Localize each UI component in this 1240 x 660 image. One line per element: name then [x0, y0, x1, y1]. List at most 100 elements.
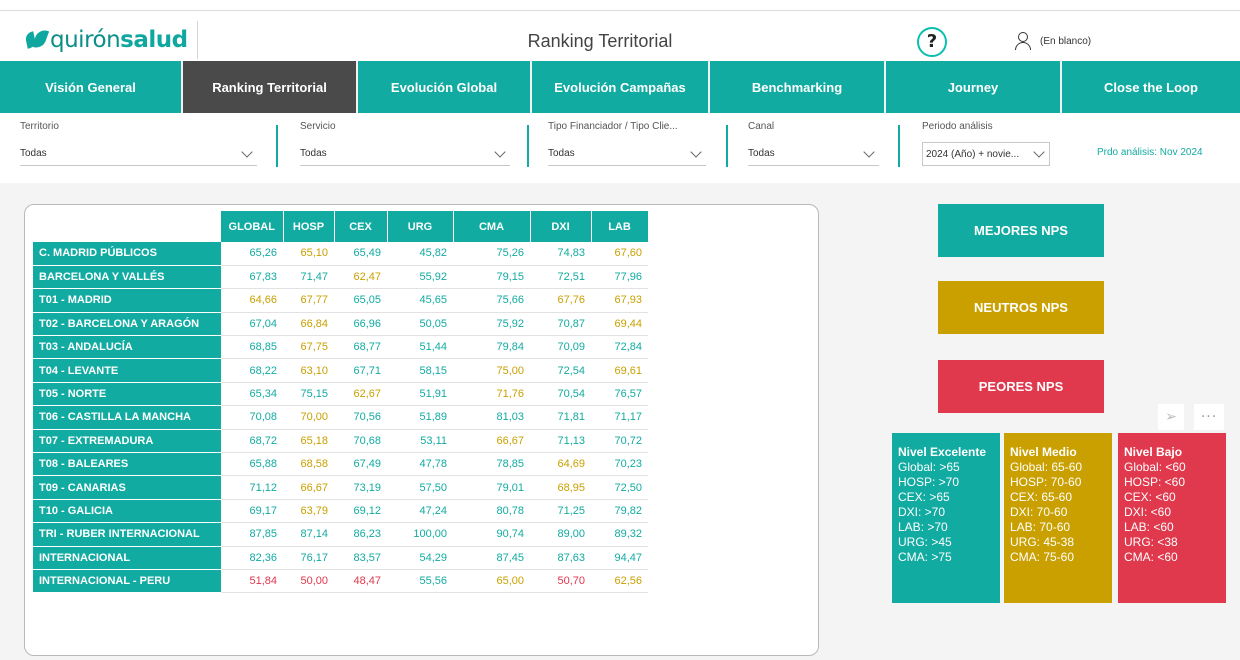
row-label[interactable]: T06 - CASTILLA LA MANCHA — [33, 405, 221, 430]
filter-servicio-dropdown[interactable]: Todas — [300, 142, 510, 166]
filter-divider — [527, 125, 529, 167]
user-menu[interactable]: (En blanco) — [1014, 32, 1091, 50]
filter-canal-value: Todas — [748, 148, 775, 159]
tab-vision-general[interactable]: Visión General — [0, 61, 183, 113]
tab-journey[interactable]: Journey — [886, 61, 1062, 113]
leaf-logo-icon — [24, 27, 50, 51]
table-cell: 69,17 — [221, 499, 283, 524]
more-options-icon[interactable]: ··· — [1194, 404, 1224, 430]
table-row[interactable]: T04 - LEVANTE 68,22 63,10 67,71 58,15 75,00 72… — [33, 358, 648, 383]
row-label[interactable]: INTERNACIONAL - PERU — [33, 569, 221, 594]
table-row[interactable]: T08 - BALEARES 65,88 68,58 67,49 47,78 78,85 6… — [33, 452, 648, 477]
table-cell: 78,85 — [453, 452, 530, 477]
filter-periodo-dropdown[interactable]: 2024 (Año) + novie... — [922, 142, 1050, 166]
quironsalud-logo[interactable]: quirónsalud — [24, 25, 188, 55]
row-label[interactable]: T02 - BARCELONA Y ARAGÓN — [33, 312, 221, 337]
table-cell: 72,84 — [591, 335, 648, 360]
table-row[interactable]: T03 - ANDALUCÍA 68,85 67,75 68,77 51,44 79,84… — [33, 335, 648, 360]
table-row[interactable]: INTERNACIONAL 82,36 76,17 83,57 54,29 87,45 87… — [33, 546, 648, 570]
filter-tipo-value: Todas — [548, 148, 575, 159]
logo-text-quiron: quirón — [50, 27, 121, 53]
row-label[interactable]: T10 - GALICIA — [33, 499, 221, 524]
level-medio-box: Nivel Medio Global: 65-60 HOSP: 70-60 CE… — [1004, 433, 1112, 603]
table-cell: 66,67 — [453, 429, 530, 454]
row-label[interactable]: INTERNACIONAL — [33, 546, 221, 570]
row-label[interactable]: T09 - CANARIAS — [33, 475, 221, 500]
table-cell: 72,51 — [530, 265, 591, 290]
filter-periodo-value: 2024 (Año) + novie... — [926, 148, 1020, 160]
table-row[interactable]: T01 - MADRID 64,66 67,77 65,05 45,65 75,66 67,… — [33, 288, 648, 313]
row-label[interactable]: T07 - EXTREMADURA — [33, 429, 221, 454]
row-label[interactable]: T08 - BALEARES — [33, 452, 221, 477]
neutros-nps-button[interactable]: NEUTROS NPS — [938, 281, 1104, 334]
table-cell: 45,65 — [387, 288, 453, 313]
column-header[interactable]: URG — [387, 211, 454, 242]
filter-canal-dropdown[interactable]: Todas — [748, 142, 879, 166]
filter-tipo-dropdown[interactable]: Todas — [548, 142, 706, 166]
tab-evolucion-campanas[interactable]: Evolución Campañas — [532, 61, 710, 113]
table-row[interactable]: TRI - RUBER INTERNACIONAL 87,85 87,14 86,23… — [33, 522, 648, 547]
row-label[interactable]: C. MADRID PÚBLICOS — [33, 242, 221, 266]
level-line: HOSP: 70-60 — [1010, 475, 1082, 489]
table-row[interactable]: T09 - CANARIAS 71,12 66,67 73,19 57,50 79,01 6… — [33, 475, 648, 500]
table-cell: 65,05 — [334, 288, 387, 313]
table-row[interactable]: T06 - CASTILLA LA MANCHA 70,08 70,00 70,56 5… — [33, 405, 648, 430]
page-title: Ranking Territorial — [527, 31, 673, 51]
table-row[interactable]: BARCELONA Y VALLÉS 67,83 71,47 62,47 55,92 79… — [33, 265, 648, 290]
table-cell: 71,25 — [530, 499, 591, 524]
row-label[interactable]: T03 - ANDALUCÍA — [33, 335, 221, 360]
table-cell: 100,00 — [387, 522, 453, 547]
tab-ranking-territorial[interactable]: Ranking Territorial — [183, 61, 358, 113]
tab-benchmarking[interactable]: Benchmarking — [710, 61, 886, 113]
row-label[interactable]: T04 - LEVANTE — [33, 358, 221, 383]
column-header[interactable]: DXI — [530, 211, 592, 242]
table-cell: 53,11 — [387, 429, 453, 454]
level-line: CMA: <60 — [1124, 550, 1178, 564]
table-cell: 67,75 — [283, 335, 334, 360]
table-row[interactable]: C. MADRID PÚBLICOS 65,26 65,10 65,49 45,82 75… — [33, 242, 648, 266]
chevron-down-icon — [494, 145, 506, 158]
level-line: CMA: >75 — [898, 550, 952, 564]
table-cell: 76,57 — [591, 382, 648, 407]
filter-territorio-dropdown[interactable]: Todas — [20, 142, 257, 166]
column-header[interactable]: CEX — [334, 211, 388, 242]
table-cell: 51,91 — [387, 382, 453, 407]
mejores-nps-button[interactable]: MEJORES NPS — [938, 204, 1104, 257]
column-header[interactable]: CMA — [453, 211, 531, 242]
row-label[interactable]: BARCELONA Y VALLÉS — [33, 265, 221, 290]
row-label[interactable]: T01 - MADRID — [33, 288, 221, 313]
level-line: LAB: <60 — [1124, 520, 1174, 534]
tab-close-the-loop[interactable]: Close the Loop — [1062, 61, 1240, 113]
row-label[interactable]: T05 - NORTE — [33, 382, 221, 407]
table-row[interactable]: T05 - NORTE 65,34 75,15 62,67 51,91 71,76 70,5… — [33, 382, 648, 407]
level-line: LAB: 70-60 — [1010, 520, 1071, 534]
level-bajo-box: Nivel Bajo Global: <60 HOSP: <60 CEX: <6… — [1118, 433, 1226, 603]
table-cell: 57,50 — [387, 475, 453, 500]
logo-text: quirónsalud — [50, 27, 188, 53]
table-cell: 70,56 — [334, 405, 387, 430]
pin-icon[interactable]: ➢ — [1158, 404, 1184, 430]
column-header[interactable]: LAB — [591, 211, 649, 242]
peores-nps-button[interactable]: PEORES NPS — [938, 360, 1104, 413]
column-header[interactable]: HOSP — [283, 211, 335, 242]
filter-divider — [276, 125, 278, 167]
table-cell: 62,67 — [334, 382, 387, 407]
table-row[interactable]: INTERNACIONAL - PERU 51,84 50,00 48,47 55,56… — [33, 569, 648, 594]
table-row[interactable]: T02 - BARCELONA Y ARAGÓN 67,04 66,84 66,96 5… — [33, 312, 648, 337]
table-cell: 47,24 — [387, 499, 453, 524]
help-button[interactable]: ? — [917, 27, 947, 57]
table-cell: 79,84 — [453, 335, 530, 360]
table-cell: 55,56 — [387, 569, 453, 594]
table-row[interactable]: T10 - GALICIA 69,17 63,79 69,12 47,24 80,78 71… — [33, 499, 648, 524]
table-cell: 67,77 — [283, 288, 334, 313]
level-line: CEX: 65-60 — [1010, 490, 1073, 504]
table-cell: 80,78 — [453, 499, 530, 524]
filter-canal-label: Canal — [748, 121, 775, 132]
level-line: Global: >65 — [898, 460, 960, 474]
filter-periodo: Periodo análisis 2024 (Año) + novie... — [922, 121, 1050, 166]
column-header[interactable]: GLOBAL — [221, 211, 284, 242]
table-row[interactable]: T07 - EXTREMADURA 68,72 65,18 70,68 53,11 66,… — [33, 429, 648, 454]
level-line: DXI: <60 — [1124, 505, 1172, 519]
tab-evolucion-global[interactable]: Evolución Global — [358, 61, 532, 113]
row-label[interactable]: TRI - RUBER INTERNACIONAL — [33, 522, 221, 547]
